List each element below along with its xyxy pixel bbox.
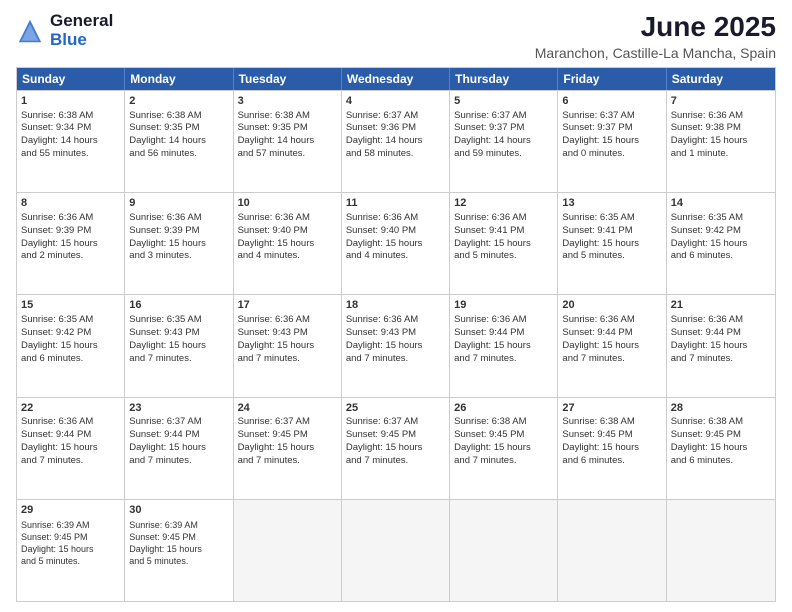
day-8: 8 Sunrise: 6:36 AM Sunset: 9:39 PM Dayli… <box>17 193 125 294</box>
day-empty-4 <box>558 500 666 601</box>
week-4: 22 Sunrise: 6:36 AM Sunset: 9:44 PM Dayl… <box>17 397 775 499</box>
header-monday: Monday <box>125 68 233 90</box>
day-29: 29 Sunrise: 6:39 AM Sunset: 9:45 PM Dayl… <box>17 500 125 601</box>
day-14: 14 Sunrise: 6:35 AM Sunset: 9:42 PM Dayl… <box>667 193 775 294</box>
day-21: 21 Sunrise: 6:36 AM Sunset: 9:44 PM Dayl… <box>667 295 775 396</box>
day-20: 20 Sunrise: 6:36 AM Sunset: 9:44 PM Dayl… <box>558 295 666 396</box>
day-23: 23 Sunrise: 6:37 AM Sunset: 9:44 PM Dayl… <box>125 398 233 499</box>
day-empty-3 <box>450 500 558 601</box>
header-friday: Friday <box>558 68 666 90</box>
calendar: Sunday Monday Tuesday Wednesday Thursday… <box>16 67 776 602</box>
day-2: 2 Sunrise: 6:38 AM Sunset: 9:35 PM Dayli… <box>125 91 233 192</box>
logo-icon <box>16 17 44 45</box>
calendar-header: Sunday Monday Tuesday Wednesday Thursday… <box>17 68 775 90</box>
day-9: 9 Sunrise: 6:36 AM Sunset: 9:39 PM Dayli… <box>125 193 233 294</box>
day-18: 18 Sunrise: 6:36 AM Sunset: 9:43 PM Dayl… <box>342 295 450 396</box>
day-4: 4 Sunrise: 6:37 AM Sunset: 9:36 PM Dayli… <box>342 91 450 192</box>
calendar-body: 1 Sunrise: 6:38 AM Sunset: 9:34 PM Dayli… <box>17 90 775 601</box>
day-16: 16 Sunrise: 6:35 AM Sunset: 9:43 PM Dayl… <box>125 295 233 396</box>
day-19: 19 Sunrise: 6:36 AM Sunset: 9:44 PM Dayl… <box>450 295 558 396</box>
page: General Blue June 2025 Maranchon, Castil… <box>0 0 792 612</box>
day-5: 5 Sunrise: 6:37 AM Sunset: 9:37 PM Dayli… <box>450 91 558 192</box>
day-empty-2 <box>342 500 450 601</box>
day-empty-1 <box>234 500 342 601</box>
day-26: 26 Sunrise: 6:38 AM Sunset: 9:45 PM Dayl… <box>450 398 558 499</box>
day-1: 1 Sunrise: 6:38 AM Sunset: 9:34 PM Dayli… <box>17 91 125 192</box>
day-15: 15 Sunrise: 6:35 AM Sunset: 9:42 PM Dayl… <box>17 295 125 396</box>
main-title: June 2025 <box>535 12 776 43</box>
logo: General Blue <box>16 12 113 49</box>
header-saturday: Saturday <box>667 68 775 90</box>
header-thursday: Thursday <box>450 68 558 90</box>
day-27: 27 Sunrise: 6:38 AM Sunset: 9:45 PM Dayl… <box>558 398 666 499</box>
day-30: 30 Sunrise: 6:39 AM Sunset: 9:45 PM Dayl… <box>125 500 233 601</box>
header-tuesday: Tuesday <box>234 68 342 90</box>
week-1: 1 Sunrise: 6:38 AM Sunset: 9:34 PM Dayli… <box>17 90 775 192</box>
week-2: 8 Sunrise: 6:36 AM Sunset: 9:39 PM Dayli… <box>17 192 775 294</box>
header-wednesday: Wednesday <box>342 68 450 90</box>
day-11: 11 Sunrise: 6:36 AM Sunset: 9:40 PM Dayl… <box>342 193 450 294</box>
day-7: 7 Sunrise: 6:36 AM Sunset: 9:38 PM Dayli… <box>667 91 775 192</box>
week-5: 29 Sunrise: 6:39 AM Sunset: 9:45 PM Dayl… <box>17 499 775 601</box>
day-24: 24 Sunrise: 6:37 AM Sunset: 9:45 PM Dayl… <box>234 398 342 499</box>
header: General Blue June 2025 Maranchon, Castil… <box>16 12 776 61</box>
day-6: 6 Sunrise: 6:37 AM Sunset: 9:37 PM Dayli… <box>558 91 666 192</box>
day-28: 28 Sunrise: 6:38 AM Sunset: 9:45 PM Dayl… <box>667 398 775 499</box>
logo-text: General Blue <box>50 12 113 49</box>
day-empty-5 <box>667 500 775 601</box>
subtitle: Maranchon, Castille-La Mancha, Spain <box>535 45 776 61</box>
day-17: 17 Sunrise: 6:36 AM Sunset: 9:43 PM Dayl… <box>234 295 342 396</box>
day-3: 3 Sunrise: 6:38 AM Sunset: 9:35 PM Dayli… <box>234 91 342 192</box>
title-block: June 2025 Maranchon, Castille-La Mancha,… <box>535 12 776 61</box>
day-22: 22 Sunrise: 6:36 AM Sunset: 9:44 PM Dayl… <box>17 398 125 499</box>
week-3: 15 Sunrise: 6:35 AM Sunset: 9:42 PM Dayl… <box>17 294 775 396</box>
day-10: 10 Sunrise: 6:36 AM Sunset: 9:40 PM Dayl… <box>234 193 342 294</box>
header-sunday: Sunday <box>17 68 125 90</box>
day-13: 13 Sunrise: 6:35 AM Sunset: 9:41 PM Dayl… <box>558 193 666 294</box>
day-25: 25 Sunrise: 6:37 AM Sunset: 9:45 PM Dayl… <box>342 398 450 499</box>
day-12: 12 Sunrise: 6:36 AM Sunset: 9:41 PM Dayl… <box>450 193 558 294</box>
